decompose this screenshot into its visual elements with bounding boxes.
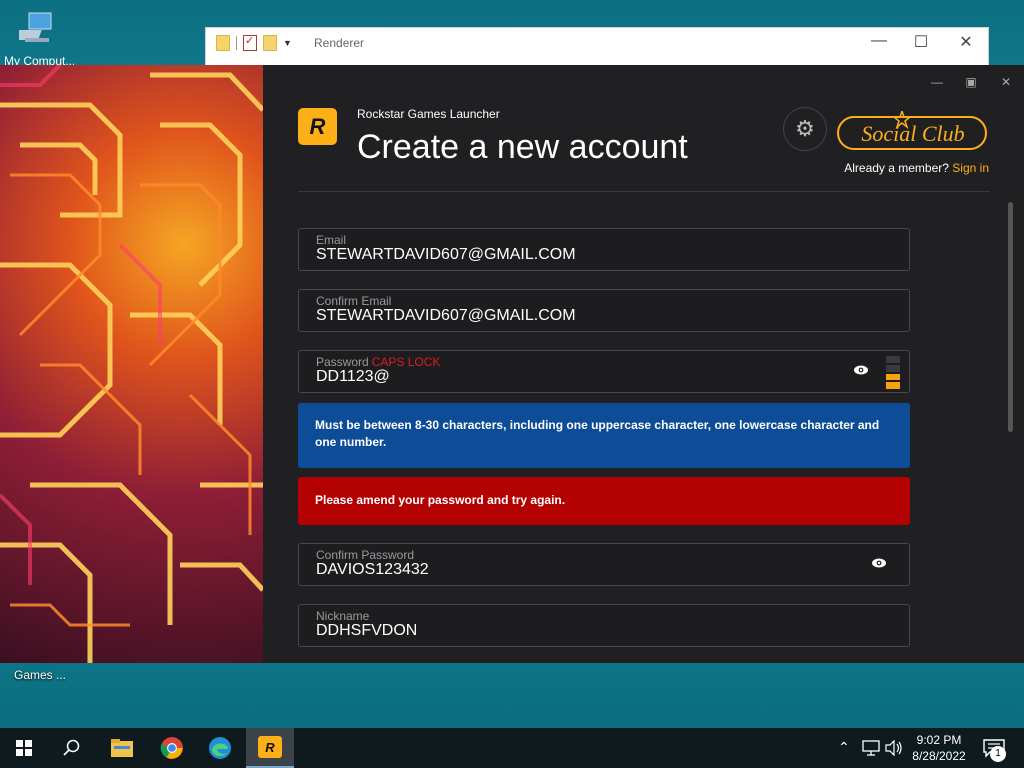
header-divider: [298, 191, 990, 192]
nickname-label: Nickname: [316, 609, 370, 623]
rockstar-logo-text: R: [309, 113, 326, 139]
social-club-logo: Social Club: [837, 111, 987, 150]
password-error-message: Please amend your password and try again…: [298, 477, 910, 525]
file-explorer-icon: [111, 739, 133, 757]
confirm-password-value[interactable]: DAVIOS123432: [316, 561, 429, 579]
rockstar-launcher-icon-text: R: [265, 739, 275, 755]
edge-icon: [209, 737, 231, 759]
system-clock[interactable]: 9:02 PM 8/28/2022: [907, 732, 971, 764]
minimize-button[interactable]: —: [856, 32, 902, 50]
email-value[interactable]: STEWARTDAVID607@GMAIL.COM: [316, 246, 576, 264]
chevron-down-icon[interactable]: ▼: [283, 38, 292, 48]
rockstar-launcher-window: — ▣ ✕ R Rockstar Games Launcher Create a…: [0, 65, 1024, 663]
password-field[interactable]: Password CAPS LOCK DD1123@: [298, 350, 910, 393]
launcher-minimize-button[interactable]: —: [927, 75, 947, 89]
notification-count-badge: 1: [990, 746, 1006, 762]
rockstar-launcher-icon: R: [258, 736, 282, 758]
launcher-close-button[interactable]: ✕: [996, 75, 1016, 89]
taskbar-chrome[interactable]: [148, 728, 196, 768]
clock-date: 8/28/2022: [912, 749, 966, 763]
windows-start-icon: [16, 740, 32, 756]
rockstar-logo: R: [298, 108, 337, 145]
search-icon: [63, 739, 80, 756]
confirm-email-label: Confirm Email: [316, 294, 392, 308]
email-field[interactable]: Email STEWARTDAVID607@GMAIL.COM: [298, 228, 910, 271]
social-club-logo-text: Social Club: [861, 121, 964, 146]
quick-access-toolbar: ▼: [216, 34, 292, 51]
search-button[interactable]: [48, 728, 96, 768]
volume-icon[interactable]: [885, 740, 903, 756]
settings-button[interactable]: ⚙: [783, 107, 827, 151]
clock-time: 9:02 PM: [916, 733, 962, 747]
taskbar-file-explorer[interactable]: [98, 728, 146, 768]
taskbar-rockstar-launcher[interactable]: R: [246, 728, 294, 768]
strength-bar: [886, 373, 900, 381]
show-hidden-icons-chevron-up-icon[interactable]: ⌃: [838, 739, 850, 756]
sign-in-link[interactable]: Sign in: [952, 161, 989, 175]
computer-icon: [19, 12, 52, 42]
close-button[interactable]: ✕: [943, 32, 989, 52]
hero-artwork: [0, 65, 263, 663]
separator: [236, 36, 237, 50]
password-value[interactable]: DD1123@: [316, 368, 390, 386]
desktop-icon-this-pc[interactable]: My Comput...: [4, 8, 74, 68]
window-title: Renderer: [314, 36, 365, 50]
confirm-email-field[interactable]: Confirm Email STEWARTDAVID607@GMAIL.COM: [298, 289, 910, 332]
app-name: Rockstar Games Launcher: [357, 107, 500, 121]
maximize-button[interactable]: ☐: [898, 32, 944, 52]
page-title: Create a new account: [357, 128, 688, 166]
nickname-value[interactable]: DDHSFVDON: [316, 622, 417, 640]
artwork-graphic: [0, 65, 263, 663]
nickname-field[interactable]: Nickname DDHSFVDON: [298, 604, 910, 647]
show-password-eye-icon[interactable]: [853, 364, 869, 376]
strength-bar: [886, 356, 900, 363]
email-label: Email: [316, 233, 347, 247]
desktop-icon-games[interactable]: Games ...: [14, 668, 66, 682]
properties-icon[interactable]: [243, 34, 257, 51]
file-explorer-window[interactable]: ▼ Renderer — ☐ ✕: [205, 27, 989, 69]
network-icon[interactable]: [862, 740, 880, 756]
launcher-maximize-button[interactable]: ▣: [961, 75, 981, 89]
scrollbar[interactable]: [1008, 202, 1013, 432]
strength-bar: [886, 364, 900, 372]
show-confirm-password-eye-icon[interactable]: [871, 557, 887, 569]
confirm-password-label: Confirm Password: [316, 548, 415, 562]
taskbar: R ⌃ 9:02 PM 8/28/2022 1: [0, 728, 1024, 768]
strength-bar: [886, 382, 900, 389]
confirm-password-field[interactable]: Confirm Password DAVIOS123432: [298, 543, 910, 586]
taskbar-edge[interactable]: [196, 728, 244, 768]
folder-icon[interactable]: [216, 35, 230, 51]
password-label-row: Password CAPS LOCK: [316, 355, 440, 369]
password-strength-meter: [886, 356, 900, 389]
chrome-icon: [160, 737, 183, 759]
password-label: Password: [316, 355, 369, 369]
already-member-label: Already a member?: [844, 161, 949, 175]
password-requirements-message: Must be between 8-30 characters, includi…: [298, 403, 910, 468]
start-button[interactable]: [0, 728, 48, 768]
caps-lock-indicator: CAPS LOCK: [371, 355, 441, 369]
new-folder-icon[interactable]: [263, 35, 277, 51]
confirm-email-value[interactable]: STEWARTDAVID607@GMAIL.COM: [316, 307, 576, 325]
gear-icon: ⚙: [795, 116, 815, 141]
already-member-text: Already a member? Sign in: [844, 161, 989, 175]
